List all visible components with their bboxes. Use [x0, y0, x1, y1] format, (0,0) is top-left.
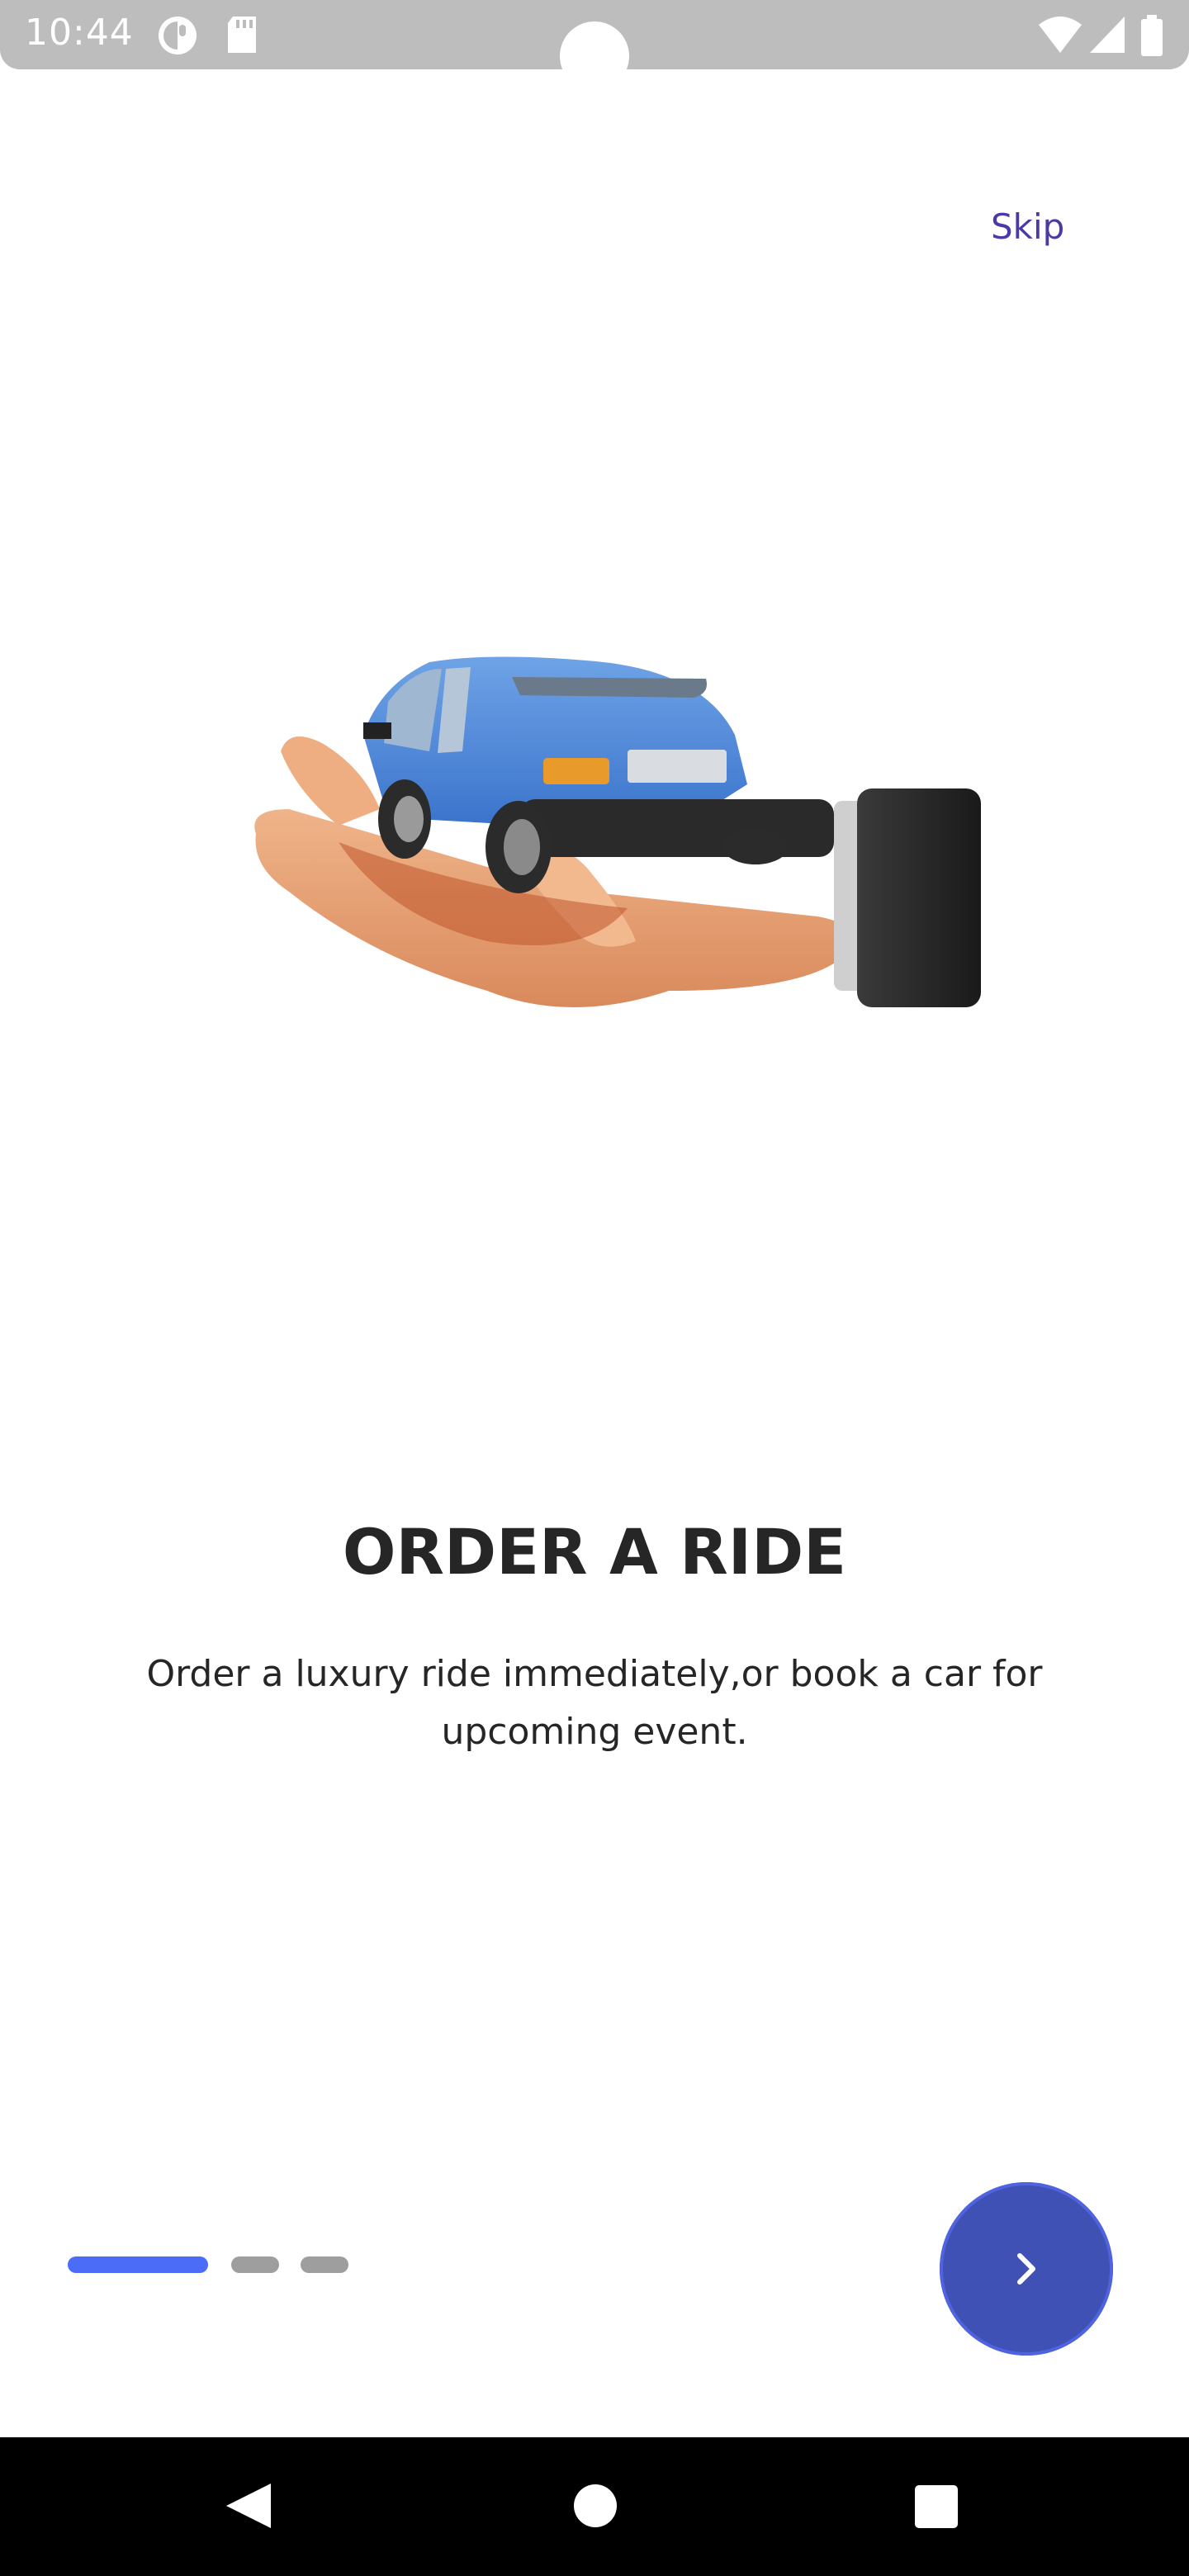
- onboarding-description: Order a luxury ride immediately,or book …: [146, 1653, 1043, 1753]
- car-in-hand-illustration: [254, 656, 981, 1007]
- page-indicator: [301, 2256, 348, 2273]
- wifi-icon: [1039, 17, 1082, 53]
- sd-card-icon: [228, 17, 256, 53]
- skip-button[interactable]: Skip: [991, 206, 1064, 247]
- next-button[interactable]: [940, 2182, 1113, 2356]
- app-notification-icon: [159, 17, 197, 54]
- cellular-signal-icon: [1090, 17, 1125, 53]
- page-indicator-active: [68, 2256, 208, 2273]
- home-icon[interactable]: [573, 2484, 618, 2528]
- back-icon[interactable]: [220, 2480, 274, 2531]
- onboarding-title: ORDER A RIDE: [342, 1515, 847, 1589]
- battery-icon: [1141, 15, 1163, 56]
- camera-cutout: [560, 21, 629, 91]
- status-time: 10:44: [25, 12, 134, 54]
- page-indicator: [231, 2256, 279, 2273]
- navigation-bar: [0, 2437, 1189, 2576]
- chevron-right-icon: [1017, 2253, 1035, 2285]
- recents-icon[interactable]: [915, 2485, 958, 2528]
